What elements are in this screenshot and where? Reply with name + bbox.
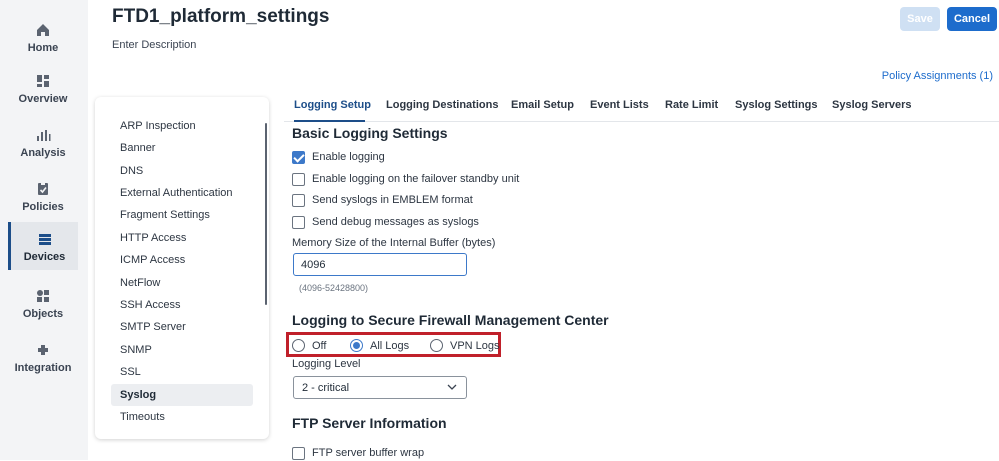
logging-level-label: Logging Level bbox=[292, 358, 361, 370]
home-icon bbox=[37, 24, 49, 36]
sidebar-item-snmp[interactable]: SNMP bbox=[111, 339, 253, 361]
nav-label-home: Home bbox=[27, 42, 59, 54]
enable-logging-row[interactable]: Enable logging bbox=[292, 149, 385, 165]
tab-email-setup[interactable]: Email Setup bbox=[511, 99, 574, 111]
settings-sidebar: ARP Inspection Banner DNS External Authe… bbox=[95, 97, 269, 439]
radio-vpn-logs[interactable]: VPN Logs bbox=[430, 339, 500, 352]
nav-devices[interactable]: Devices bbox=[8, 222, 78, 270]
sidebar-item-smtp-server[interactable]: SMTP Server bbox=[111, 316, 253, 338]
debug-checkbox[interactable] bbox=[292, 215, 305, 229]
nav-home[interactable]: Home bbox=[8, 16, 78, 64]
sidebar-item-fragment-settings[interactable]: Fragment Settings bbox=[111, 204, 253, 226]
nav-analysis[interactable]: Analysis bbox=[8, 121, 78, 169]
analysis-icon bbox=[37, 130, 51, 141]
radio-vpn-logs-circle[interactable] bbox=[430, 339, 443, 352]
enable-logging-checkbox[interactable] bbox=[292, 150, 305, 164]
left-nav: Home Overview Analysis Policies Devices … bbox=[0, 0, 88, 460]
sidebar-item-http-access[interactable]: HTTP Access bbox=[111, 227, 253, 249]
emblem-row[interactable]: Send syslogs in EMBLEM format bbox=[292, 192, 473, 208]
nav-integration[interactable]: Integration bbox=[8, 336, 78, 384]
integration-icon bbox=[38, 345, 48, 355]
nav-policies[interactable]: Policies bbox=[8, 175, 78, 223]
sidebar-item-ssl[interactable]: SSL bbox=[111, 361, 253, 383]
tab-syslog-servers[interactable]: Syslog Servers bbox=[832, 99, 912, 111]
nav-label-objects: Objects bbox=[22, 308, 64, 320]
description-field[interactable]: Enter Description bbox=[112, 39, 196, 51]
overview-icon bbox=[37, 75, 49, 87]
ftp-server-title: FTP Server Information bbox=[292, 415, 447, 431]
fmc-logging-title: Logging to Secure Firewall Management Ce… bbox=[292, 312, 609, 328]
emblem-label: Send syslogs in EMBLEM format bbox=[312, 194, 473, 206]
devices-icon bbox=[38, 234, 51, 245]
ftp-buffer-wrap-checkbox[interactable] bbox=[292, 446, 305, 460]
nav-label-policies: Policies bbox=[22, 201, 64, 213]
policies-icon bbox=[38, 182, 48, 195]
nav-label-devices: Devices bbox=[23, 251, 66, 263]
buffer-size-hint: (4096-52428800) bbox=[299, 283, 369, 293]
debug-row[interactable]: Send debug messages as syslogs bbox=[292, 214, 479, 230]
sidebar-scrollbar[interactable] bbox=[265, 123, 267, 305]
logging-level-select[interactable]: 2 - critical bbox=[293, 376, 467, 399]
radio-off-circle[interactable] bbox=[292, 339, 305, 352]
radio-all-logs-circle[interactable] bbox=[350, 339, 363, 352]
policy-assignments-link[interactable]: Policy Assignments (1) bbox=[882, 70, 993, 82]
active-tab-indicator bbox=[294, 120, 365, 122]
logging-level-value: 2 - critical bbox=[302, 381, 350, 394]
nav-label-analysis: Analysis bbox=[20, 147, 66, 159]
tab-syslog-settings[interactable]: Syslog Settings bbox=[735, 99, 818, 111]
radio-all-logs-label: All Logs bbox=[370, 339, 410, 352]
enable-failover-checkbox[interactable] bbox=[292, 172, 305, 186]
radio-all-logs[interactable]: All Logs bbox=[350, 339, 409, 352]
radio-vpn-logs-label: VPN Logs bbox=[450, 339, 500, 352]
buffer-size-input[interactable]: 4096 bbox=[293, 253, 467, 276]
save-button[interactable]: Save bbox=[900, 7, 940, 31]
tab-logging-setup[interactable]: Logging Setup bbox=[294, 99, 371, 111]
nav-label-integration: Integration bbox=[14, 362, 72, 374]
sidebar-item-syslog[interactable]: Syslog bbox=[111, 384, 253, 406]
objects-icon bbox=[37, 290, 49, 302]
enable-failover-label: Enable logging on the failover standby u… bbox=[312, 173, 520, 185]
cancel-button[interactable]: Cancel bbox=[947, 7, 997, 31]
ftp-buffer-wrap-row[interactable]: FTP server buffer wrap bbox=[292, 445, 424, 461]
basic-logging-title: Basic Logging Settings bbox=[292, 125, 448, 141]
sidebar-item-dns[interactable]: DNS bbox=[111, 160, 253, 182]
tab-event-lists[interactable]: Event Lists bbox=[590, 99, 649, 111]
sidebar-item-timeouts[interactable]: Timeouts bbox=[111, 406, 253, 428]
sidebar-item-netflow[interactable]: NetFlow bbox=[111, 272, 253, 294]
ftp-buffer-wrap-label: FTP server buffer wrap bbox=[312, 447, 425, 459]
emblem-checkbox[interactable] bbox=[292, 193, 305, 207]
sidebar-item-banner[interactable]: Banner bbox=[111, 137, 253, 159]
enable-failover-row[interactable]: Enable logging on the failover standby u… bbox=[292, 171, 519, 187]
nav-label-overview: Overview bbox=[18, 93, 68, 105]
radio-off-label: Off bbox=[312, 339, 327, 352]
tab-logging-destinations[interactable]: Logging Destinations bbox=[386, 99, 498, 111]
tab-rate-limit[interactable]: Rate Limit bbox=[665, 99, 718, 111]
page-title: FTD1_platform_settings bbox=[112, 6, 330, 27]
sidebar-item-external-authentication[interactable]: External Authentication bbox=[111, 182, 253, 204]
radio-off[interactable]: Off bbox=[292, 339, 326, 352]
enable-logging-label: Enable logging bbox=[312, 151, 385, 163]
tab-bar: Logging Setup Logging Destinations Email… bbox=[284, 92, 999, 122]
debug-label: Send debug messages as syslogs bbox=[312, 216, 479, 228]
sidebar-item-icmp-access[interactable]: ICMP Access bbox=[111, 249, 253, 271]
chevron-down-icon bbox=[447, 384, 457, 390]
nav-objects[interactable]: Objects bbox=[8, 282, 78, 330]
sidebar-item-ssh-access[interactable]: SSH Access bbox=[111, 294, 253, 316]
nav-overview[interactable]: Overview bbox=[8, 67, 78, 115]
sidebar-item-arp-inspection[interactable]: ARP Inspection bbox=[111, 115, 253, 137]
buffer-size-label: Memory Size of the Internal Buffer (byte… bbox=[292, 237, 496, 249]
